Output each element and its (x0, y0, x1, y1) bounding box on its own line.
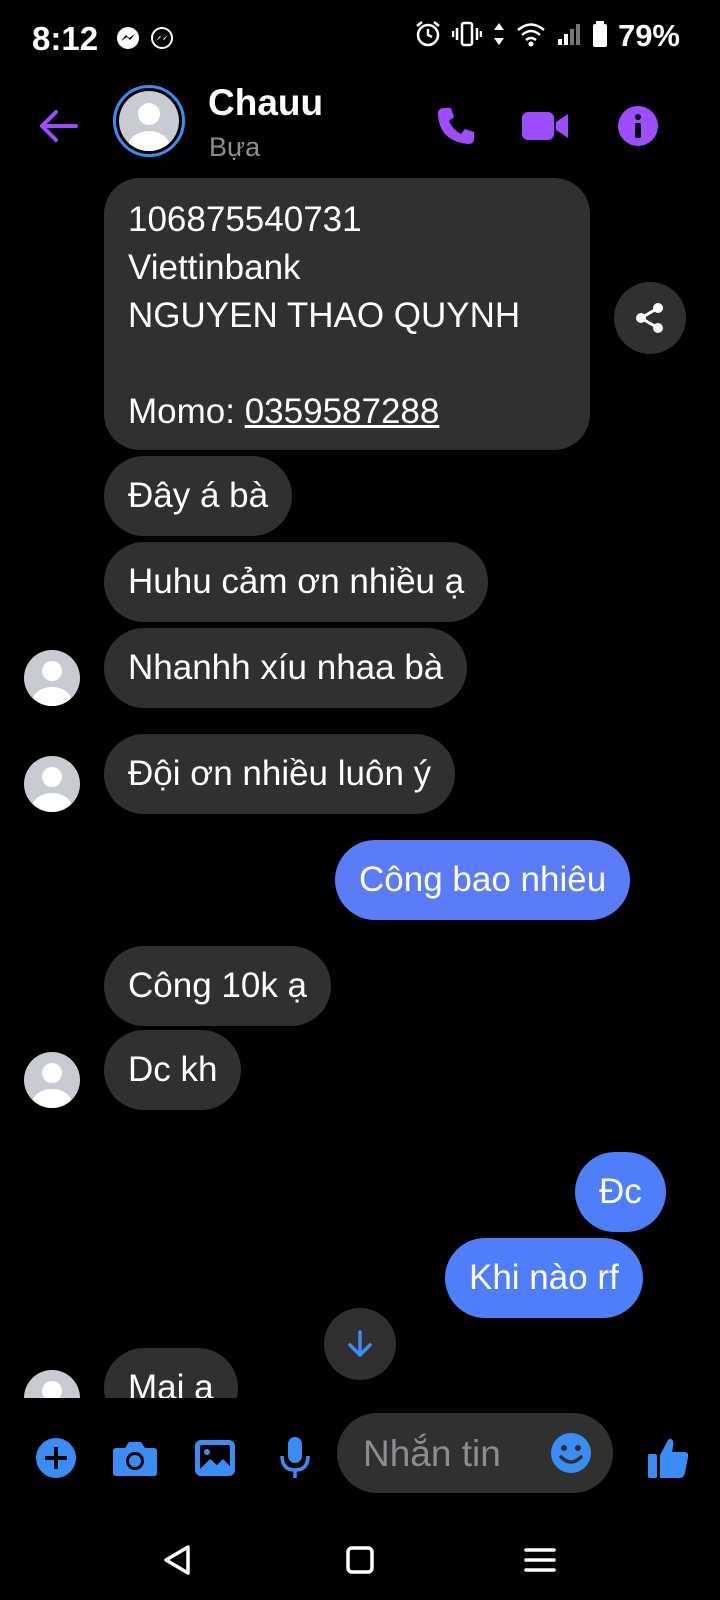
wifi-icon (516, 21, 546, 52)
info-icon (618, 106, 658, 146)
scroll-to-bottom-button[interactable] (324, 1308, 396, 1380)
menu-lines-icon (524, 1548, 556, 1572)
message-list[interactable]: 106875540731 Viettinbank NGUYEN THAO QUY… (0, 178, 720, 1398)
message-incoming[interactable]: Huhu cảm ơn nhiều ạ (104, 542, 489, 622)
message-outgoing[interactable]: Công bao nhiêu (335, 840, 631, 920)
share-icon (636, 303, 663, 333)
nav-recents-button[interactable] (512, 1532, 568, 1588)
alarm-icon (414, 20, 442, 53)
sender-avatar[interactable] (24, 1052, 80, 1108)
nav-home-button[interactable] (332, 1532, 388, 1588)
plus-icon (36, 1438, 76, 1478)
message-input[interactable]: Nhắn tin (337, 1413, 613, 1493)
contact-avatar[interactable] (113, 85, 185, 157)
microphone-icon (280, 1437, 310, 1478)
notification-icons (116, 26, 174, 55)
battery-percent: 79% (617, 18, 680, 53)
momo-label: Momo: (128, 392, 245, 431)
message-incoming[interactable]: Công 10k ạ (104, 946, 332, 1026)
like-button[interactable] (640, 1430, 696, 1486)
triangle-back-icon (164, 1545, 190, 1575)
square-home-icon (346, 1546, 374, 1574)
message-outgoing[interactable]: Khi nào rf (445, 1238, 643, 1318)
message-text: Momo: 0359587288 (128, 388, 566, 436)
message-incoming[interactable]: Đây á bà (104, 456, 293, 536)
system-icons: 79% (414, 18, 680, 54)
camera-icon (113, 1442, 157, 1476)
contact-nickname: Bựa (209, 132, 261, 162)
data-icon (492, 20, 506, 53)
battery-icon (592, 20, 608, 53)
video-call-icon (522, 112, 568, 140)
back-arrow-icon (40, 110, 78, 142)
phone-number-link[interactable]: 0359587288 (245, 392, 440, 431)
video-call-button[interactable] (517, 98, 573, 154)
status-bar: 8:12 79% (0, 0, 720, 80)
sender-avatar[interactable] (24, 650, 80, 706)
status-time: 8:12 (32, 20, 99, 57)
contact-name[interactable]: Chauu (208, 82, 323, 124)
message-text: NGUYEN THAO QUYNH (128, 296, 521, 335)
message-incoming[interactable]: 106875540731 Viettinbank NGUYEN THAO QUY… (104, 178, 590, 450)
message-outgoing[interactable]: Đc (575, 1152, 666, 1232)
nav-back-button[interactable] (149, 1532, 205, 1588)
gallery-button[interactable] (187, 1430, 243, 1486)
phone-icon (438, 108, 474, 144)
sender-avatar[interactable] (24, 756, 80, 812)
voice-record-button[interactable] (267, 1430, 323, 1486)
back-button[interactable] (30, 98, 86, 154)
thumbs-up-icon (648, 1438, 689, 1478)
message-incoming[interactable]: Đội ơn nhiều luôn ý (104, 734, 456, 814)
message-composer: Nhắn tin (0, 1400, 720, 1520)
conversation-header: Chauu Bựa (0, 80, 720, 180)
message-incoming[interactable]: Mai a (104, 1348, 238, 1398)
vibrate-icon (451, 20, 483, 53)
more-actions-button[interactable] (28, 1430, 84, 1486)
arrow-down-icon (348, 1330, 372, 1357)
conversation-info-button[interactable] (610, 98, 666, 154)
message-text: Viettinbank (128, 248, 301, 287)
message-input-placeholder: Nhắn tin (363, 1433, 501, 1474)
sender-avatar[interactable] (24, 1370, 80, 1398)
emoji-icon[interactable] (543, 1425, 599, 1481)
messenger-icon (150, 26, 174, 55)
messenger-icon (116, 26, 140, 55)
voice-call-button[interactable] (428, 98, 484, 154)
message-incoming[interactable]: Nhanhh xíu nhaa bà (104, 628, 468, 708)
share-button[interactable] (614, 282, 686, 354)
message-incoming[interactable]: Dc kh (104, 1030, 242, 1110)
message-text: 106875540731 (128, 200, 362, 239)
camera-button[interactable] (107, 1430, 163, 1486)
signal-icon (556, 21, 582, 52)
gallery-icon (195, 1440, 235, 1476)
system-navigation-bar (0, 1520, 720, 1600)
